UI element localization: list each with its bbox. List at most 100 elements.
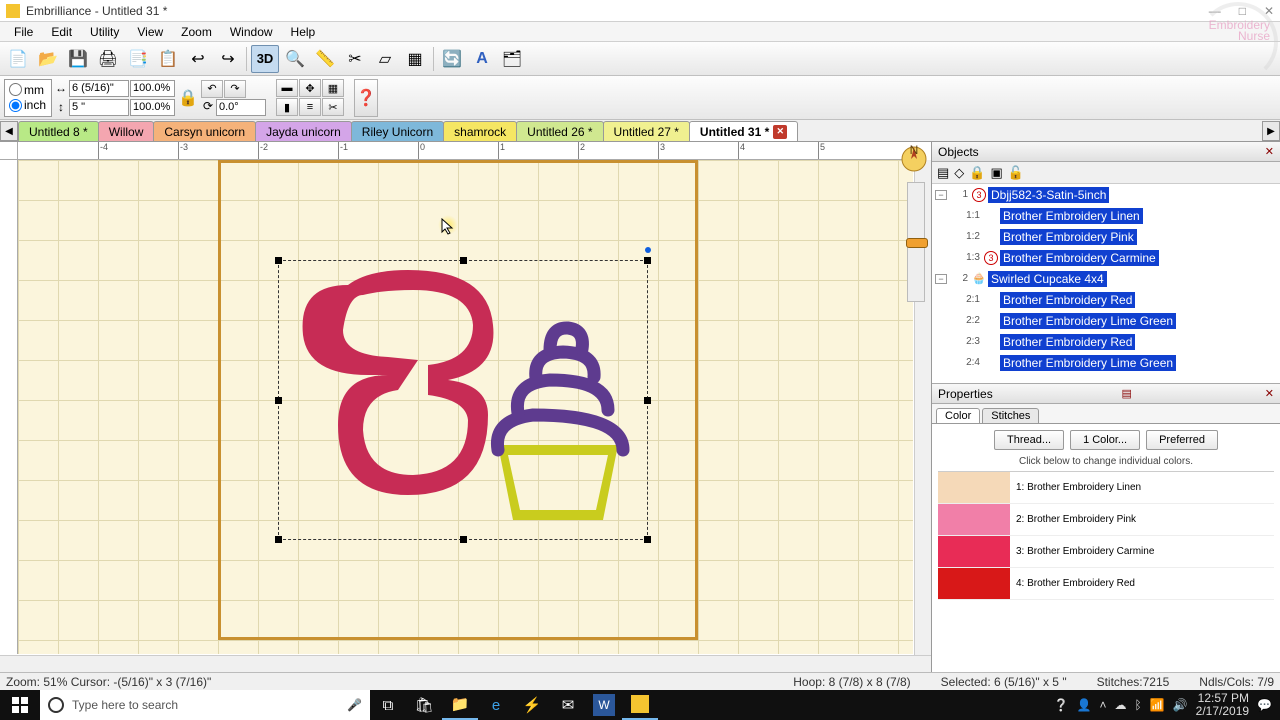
doc-tab-4[interactable]: Riley Unicorn xyxy=(351,121,444,141)
obj-tool-lock[interactable]: 🔒 xyxy=(968,164,986,182)
notifications-icon[interactable]: 💬 xyxy=(1257,698,1272,712)
3d-toggle[interactable]: 3D xyxy=(251,45,279,73)
tree-node-21[interactable]: 2:1Brother Embroidery Red xyxy=(932,289,1280,310)
tray-network-icon[interactable]: 📶 xyxy=(1150,698,1165,712)
taskbar-search[interactable]: Type here to search 🎤 xyxy=(40,690,370,720)
preferred-button[interactable]: Preferred xyxy=(1146,430,1218,450)
tree-node-13[interactable]: 1:33Brother Embroidery Carmine xyxy=(932,247,1280,268)
height-pct-input[interactable] xyxy=(130,99,175,116)
color-swatch[interactable] xyxy=(938,504,1010,535)
doc-tab-3[interactable]: Jayda unicorn xyxy=(255,121,352,141)
rotation-input[interactable] xyxy=(216,99,266,116)
color-row[interactable]: 4: Brother Embroidery Red xyxy=(938,568,1274,600)
hoop-tool[interactable]: ▦ xyxy=(401,45,429,73)
menu-window[interactable]: Window xyxy=(222,23,281,41)
redo-small[interactable]: ↷ xyxy=(224,80,246,98)
merge-button[interactable]: ↩ xyxy=(184,45,212,73)
doc-tab-8[interactable]: Untitled 31 *✕ xyxy=(689,121,798,141)
color-swatch[interactable] xyxy=(938,472,1010,503)
tab-scroll-left[interactable]: ◀ xyxy=(0,121,18,141)
print-button[interactable]: 🖨 xyxy=(94,45,122,73)
tab-scroll-right[interactable]: ▶ xyxy=(1262,121,1280,141)
refresh-button[interactable]: 🔄 xyxy=(438,45,466,73)
center-button[interactable]: ✥ xyxy=(299,79,321,97)
embrilliance-task-icon[interactable] xyxy=(622,690,658,720)
canvas-scrollbar-h[interactable] xyxy=(0,655,931,672)
obj-tool-1[interactable]: ▤ xyxy=(936,164,950,182)
objects-tree[interactable]: − 1 3 Dbjj582-3-Satin-5inch 1:1Brother E… xyxy=(932,184,1280,384)
menu-view[interactable]: View xyxy=(129,23,171,41)
properties-close-button[interactable]: ✕ xyxy=(1265,387,1274,400)
measure-tool[interactable]: 📏 xyxy=(311,45,339,73)
one-color-button[interactable]: 1 Color... xyxy=(1070,430,1140,450)
word-icon[interactable]: W xyxy=(593,694,615,716)
align-button[interactable]: ▦ xyxy=(322,79,344,97)
tab-close-button[interactable]: ✕ xyxy=(773,125,787,139)
tree-toggle-2[interactable]: − xyxy=(935,274,947,284)
scissors-tool[interactable]: ✂ xyxy=(341,45,369,73)
tree-node-12[interactable]: 1:2Brother Embroidery Pink xyxy=(932,226,1280,247)
save-button[interactable]: 💾 xyxy=(64,45,92,73)
tray-people-icon[interactable]: 👤 xyxy=(1077,698,1092,712)
zoom-slider[interactable] xyxy=(907,182,925,302)
cut-button[interactable]: ✂ xyxy=(322,98,344,116)
obj-tool-2[interactable]: ◇ xyxy=(953,164,965,182)
obj-tool-4[interactable]: ▣ xyxy=(989,164,1003,182)
taskbar-clock[interactable]: 12:57 PM 2/17/2019 xyxy=(1196,692,1249,718)
selection-box[interactable] xyxy=(278,260,648,540)
compass-icon[interactable]: N xyxy=(899,144,929,174)
tree-node-24[interactable]: 2:4Brother Embroidery Lime Green xyxy=(932,352,1280,373)
store-icon[interactable]: 🛍 xyxy=(406,690,442,720)
doc-tab-5[interactable]: shamrock xyxy=(443,121,517,141)
tree-node-22[interactable]: 2:2Brother Embroidery Lime Green xyxy=(932,310,1280,331)
menu-utility[interactable]: Utility xyxy=(82,23,127,41)
color-swatch[interactable] xyxy=(938,568,1010,599)
doc-tab-0[interactable]: Untitled 8 * xyxy=(18,121,99,141)
tray-help-icon[interactable]: ❔ xyxy=(1054,698,1069,712)
color-list[interactable]: 1: Brother Embroidery Linen2: Brother Em… xyxy=(938,471,1274,600)
select-tool[interactable]: ▱ xyxy=(371,45,399,73)
unit-inch-radio[interactable] xyxy=(9,99,22,112)
tray-bluetooth-icon[interactable]: ᛒ xyxy=(1135,698,1142,712)
paste-button[interactable]: 📋 xyxy=(154,45,182,73)
menu-help[interactable]: Help xyxy=(283,23,324,41)
tree-node-2[interactable]: − 2 🧁 Swirled Cupcake 4x4 xyxy=(932,268,1280,289)
unit-selector[interactable]: mm inch xyxy=(4,79,52,117)
color-swatch[interactable] xyxy=(938,536,1010,567)
doc-tab-2[interactable]: Carsyn unicorn xyxy=(153,121,256,141)
prop-tab-color[interactable]: Color xyxy=(936,408,980,423)
edge-icon[interactable]: e xyxy=(478,690,514,720)
app-icon-1[interactable]: ⚡ xyxy=(514,690,550,720)
zoom-tool[interactable]: 🔍 xyxy=(281,45,309,73)
width-input[interactable] xyxy=(69,80,129,97)
properties-pin-button[interactable]: ▤ xyxy=(1122,387,1132,400)
close-button[interactable]: ✕ xyxy=(1264,4,1274,18)
doc-tab-6[interactable]: Untitled 26 * xyxy=(516,121,603,141)
objects-close-button[interactable]: ✕ xyxy=(1265,145,1274,158)
rotate-handle[interactable] xyxy=(645,247,651,253)
start-button[interactable] xyxy=(0,690,40,720)
design-canvas[interactable] xyxy=(18,160,913,654)
menu-edit[interactable]: Edit xyxy=(43,23,80,41)
open-button[interactable]: 📂 xyxy=(34,45,62,73)
help-button[interactable]: ❓ xyxy=(354,79,378,117)
tray-onedrive-icon[interactable]: ☁ xyxy=(1115,698,1127,712)
undo-button[interactable]: ↪ xyxy=(214,45,242,73)
zoom-thumb[interactable] xyxy=(906,238,928,248)
minimize-button[interactable]: — xyxy=(1209,4,1221,18)
menu-file[interactable]: File xyxy=(6,23,41,41)
obj-tool-5[interactable]: 🔓 xyxy=(1007,164,1025,182)
thread-button[interactable]: Thread... xyxy=(994,430,1064,450)
distribute-button[interactable]: ≡ xyxy=(299,98,321,116)
taskview-icon[interactable]: ⧉ xyxy=(370,690,406,720)
unit-mm-radio[interactable] xyxy=(9,83,22,96)
height-input[interactable] xyxy=(69,99,129,116)
tree-node-1[interactable]: − 1 3 Dbjj582-3-Satin-5inch xyxy=(932,184,1280,205)
mic-icon[interactable]: 🎤 xyxy=(347,698,362,712)
undo-small[interactable]: ↶ xyxy=(201,80,223,98)
doc-tab-7[interactable]: Untitled 27 * xyxy=(603,121,690,141)
new-button[interactable]: 📄 xyxy=(4,45,32,73)
prop-tab-stitches[interactable]: Stitches xyxy=(982,408,1039,423)
tray-volume-icon[interactable]: 🔊 xyxy=(1173,698,1188,712)
mail-icon[interactable]: ✉ xyxy=(550,690,586,720)
